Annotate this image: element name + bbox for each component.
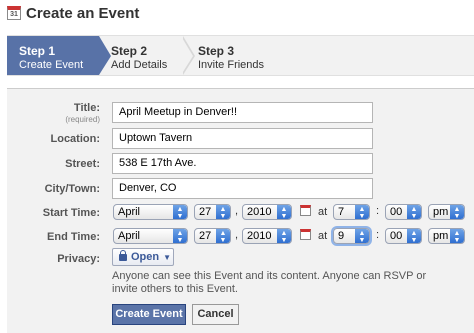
date-separator: , — [235, 205, 239, 217]
start-time-label: Start Time: — [42, 207, 100, 219]
start-at-label: at — [318, 206, 328, 218]
calendar-icon: 31 — [7, 6, 21, 20]
end-month-select[interactable]: April ▲ ▼ — [113, 228, 188, 244]
location-label: Location: — [50, 133, 101, 145]
select-value: pm — [433, 230, 449, 242]
select-arrow-icon: ▲ ▼ — [450, 229, 464, 243]
start-ampm-select[interactable]: pm ▲ ▼ — [428, 204, 465, 220]
start-minute-select[interactable]: 00 ▲ ▼ — [385, 204, 422, 220]
page-header: 31 Create an Event — [0, 0, 474, 30]
select-arrow-icon: ▲ ▼ — [355, 205, 369, 219]
city-label: City/Town: — [44, 183, 100, 195]
step-label: Create Event — [19, 59, 84, 71]
select-arrow-icon: ▲ ▼ — [277, 229, 291, 243]
title-label: Title: — [73, 102, 100, 114]
select-value: 27 — [199, 230, 212, 242]
step-number: Step 2 — [111, 44, 148, 58]
step-separator-chevron — [181, 36, 195, 75]
start-month-select[interactable]: April ▲ ▼ — [113, 204, 188, 220]
end-day-select[interactable]: 27 ▲ ▼ — [194, 228, 231, 244]
select-arrow-icon: ▲ ▼ — [216, 205, 230, 219]
privacy-label: Privacy: — [57, 253, 100, 265]
end-hour-select[interactable]: 9 ▲ ▼ — [333, 228, 370, 244]
privacy-help-text: Anyone can see this Event and its conten… — [112, 270, 427, 295]
start-day-select[interactable]: 27 ▲ ▼ — [194, 204, 231, 220]
select-arrow-icon: ▲ ▼ — [407, 229, 421, 243]
step-label: Invite Friends — [198, 59, 265, 71]
title-input[interactable]: April Meetup in Denver!! — [112, 102, 373, 123]
select-arrow-icon: ▲ ▼ — [450, 205, 464, 219]
select-value: 9 — [338, 230, 345, 242]
page-title: Create an Event — [26, 5, 140, 22]
select-arrow-icon: ▲ ▼ — [216, 229, 230, 243]
end-minute-select[interactable]: 00 ▲ ▼ — [385, 228, 422, 244]
step-progress: Step 1 Create Event Step 2 Add Details S… — [7, 35, 474, 76]
location-input[interactable]: Uptown Tavern — [112, 128, 373, 149]
step-number: Step 3 — [198, 44, 235, 58]
select-arrow-icon: ▲ ▼ — [173, 205, 187, 219]
start-date-calendar-icon[interactable] — [300, 205, 311, 216]
select-value: 27 — [199, 206, 212, 218]
time-separator: : — [376, 229, 380, 241]
end-time-label: End Time: — [47, 231, 100, 243]
select-value: April — [118, 230, 141, 242]
step-add-details[interactable]: Step 2 Add Details — [111, 36, 191, 75]
select-value: 2010 — [247, 206, 272, 218]
title-required-note: (required) — [65, 115, 100, 124]
lock-icon — [119, 250, 127, 261]
end-at-label: at — [318, 230, 328, 242]
start-year-select[interactable]: 2010 ▲ ▼ — [242, 204, 292, 220]
create-event-button[interactable]: Create Event — [112, 304, 186, 325]
select-arrow-icon: ▲ ▼ — [173, 229, 187, 243]
end-date-calendar-icon[interactable] — [300, 229, 311, 240]
select-value: 00 — [390, 230, 403, 242]
select-value: 2010 — [247, 230, 272, 242]
cancel-button[interactable]: Cancel — [192, 304, 239, 325]
select-arrow-icon: ▲ ▼ — [407, 205, 421, 219]
step-create-event[interactable]: Step 1 Create Event — [7, 36, 111, 75]
street-label: Street: — [65, 158, 100, 170]
start-hour-select[interactable]: 7 ▲ ▼ — [333, 204, 370, 220]
date-separator: , — [235, 229, 239, 241]
street-input[interactable]: 538 E 17th Ave. — [112, 153, 373, 174]
end-year-select[interactable]: 2010 ▲ ▼ — [242, 228, 292, 244]
select-value: 00 — [390, 206, 403, 218]
select-value: April — [118, 206, 141, 218]
end-ampm-select[interactable]: pm ▲ ▼ — [428, 228, 465, 244]
chevron-down-icon: ▼ — [163, 253, 172, 262]
privacy-value: Open — [131, 251, 160, 263]
step-number: Step 1 — [19, 44, 56, 58]
privacy-dropdown[interactable]: Open ▼ — [112, 248, 174, 266]
step-invite-friends[interactable]: Step 3 Invite Friends — [198, 36, 288, 75]
select-value: pm — [433, 206, 449, 218]
select-value: 7 — [338, 206, 345, 218]
select-arrow-icon: ▲ ▼ — [355, 229, 369, 243]
select-arrow-icon: ▲ ▼ — [277, 205, 291, 219]
city-input[interactable]: Denver, CO — [112, 178, 373, 199]
time-separator: : — [376, 205, 380, 217]
step-label: Add Details — [111, 59, 168, 71]
